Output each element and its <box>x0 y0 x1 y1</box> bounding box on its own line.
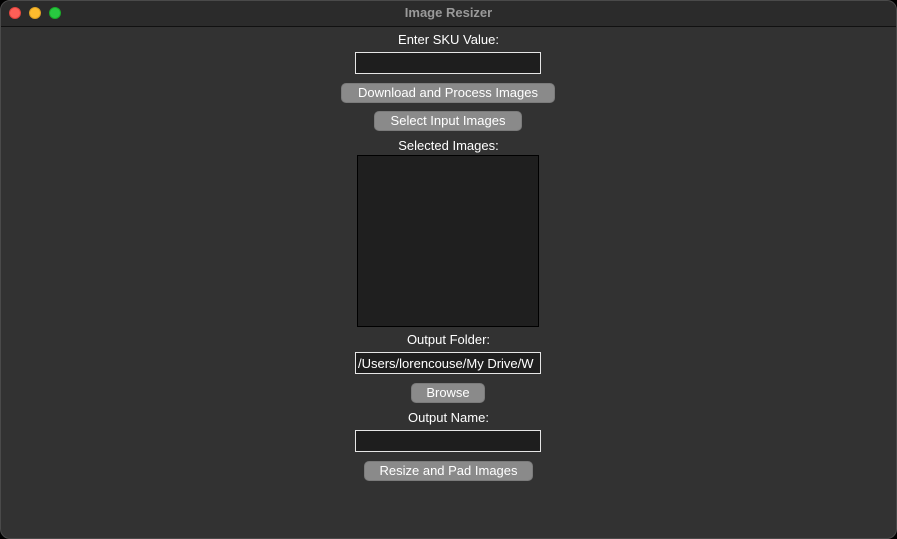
browse-button[interactable]: Browse <box>411 383 485 403</box>
select-input-images-button[interactable]: Select Input Images <box>374 111 522 131</box>
output-name-label: Output Name: <box>408 410 489 425</box>
sku-input[interactable] <box>355 52 541 74</box>
resize-pad-images-button[interactable]: Resize and Pad Images <box>364 461 533 481</box>
output-name-input[interactable] <box>355 430 541 452</box>
selected-images-label: Selected Images: <box>398 138 499 153</box>
title-bar[interactable]: Image Resizer <box>1 1 896 27</box>
app-window: Image Resizer Enter SKU Value: Download … <box>0 0 897 539</box>
sku-label: Enter SKU Value: <box>398 32 499 47</box>
download-process-button[interactable]: Download and Process Images <box>341 83 555 103</box>
selected-images-list[interactable] <box>357 155 539 327</box>
output-folder-label: Output Folder: <box>406 332 491 347</box>
output-folder-input[interactable] <box>355 352 541 374</box>
window-title: Image Resizer <box>404 5 493 20</box>
